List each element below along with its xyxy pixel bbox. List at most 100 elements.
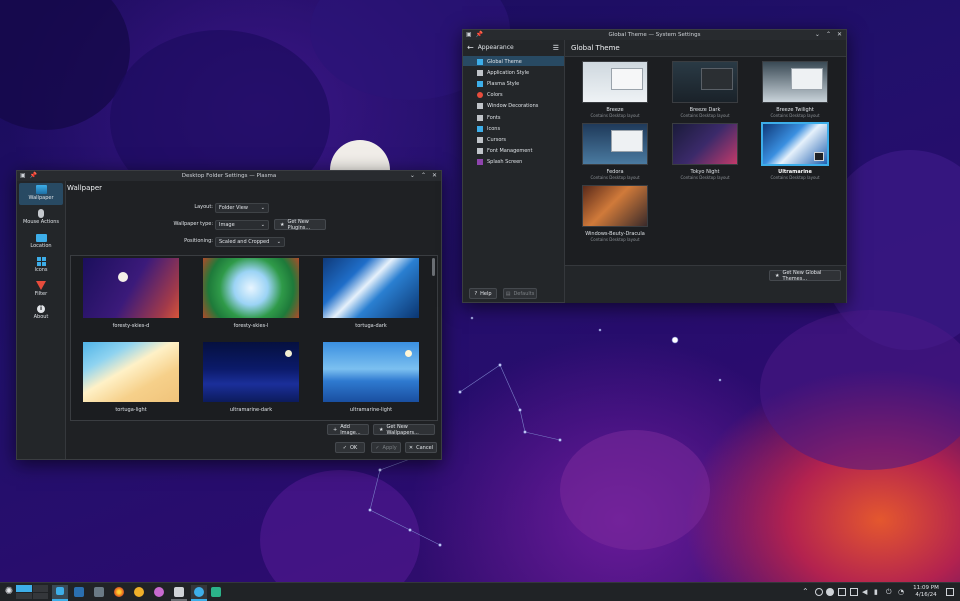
moon xyxy=(285,350,292,357)
sidebar-item-about[interactable]: i About xyxy=(17,303,65,325)
check-icon: ✓ xyxy=(375,444,380,451)
back-button[interactable]: ← Appearance xyxy=(467,43,514,52)
nav-label: Colors xyxy=(487,92,503,99)
wallpaper-item[interactable]: ultramarine-dark xyxy=(201,342,301,418)
chevron-up-icon[interactable]: ⌃ xyxy=(802,588,810,596)
sidebar-item-filter[interactable]: Filter xyxy=(17,279,65,301)
theme-item-breeze-twilight[interactable]: Breeze Twilight Contains Desktop layout xyxy=(761,61,829,119)
positioning-combo[interactable]: Scaled and Cropped ⌄ xyxy=(215,237,285,247)
wallpaper-item[interactable]: tortuga-light xyxy=(81,342,181,418)
window-titlebar[interactable]: ▣ 📌 Global Theme — System Settings ⌄ ⌃ ✕ xyxy=(463,30,846,40)
button-label: Get New Plugins... xyxy=(287,218,311,231)
app-icon[interactable] xyxy=(154,587,164,597)
nav-item-colors[interactable]: Colors xyxy=(463,90,564,101)
discover-app-icon[interactable] xyxy=(74,587,84,597)
network-icon[interactable] xyxy=(815,588,823,596)
wallpaper-item[interactable]: tortuga-dark xyxy=(321,258,421,334)
chevron-up-icon[interactable]: ⌃ xyxy=(826,31,831,38)
nav-item-global-theme[interactable]: Global Theme xyxy=(463,56,564,67)
star-icon: ★ xyxy=(775,272,780,279)
wallpaper-item[interactable]: foresty-skies-l xyxy=(201,258,301,334)
sidebar-item-mouse-actions[interactable]: Mouse Actions xyxy=(17,207,65,229)
theme-preview xyxy=(582,123,648,165)
theme-item-tokyo-night[interactable]: Tokyo Night Contains Desktop layout xyxy=(671,123,739,181)
sidebar-item-icons[interactable]: Icons xyxy=(17,255,65,277)
theme-item-ultramarine[interactable]: Ultramarine Contains Desktop layout xyxy=(761,123,829,181)
firefox-icon[interactable] xyxy=(114,587,124,597)
sidebar-item-location[interactable]: Location xyxy=(17,231,65,253)
scrollbar-handle[interactable] xyxy=(432,258,435,276)
layout-label: Layout: xyxy=(194,204,213,210)
wallpaper-item[interactable]: ultramarine-light xyxy=(321,342,421,418)
nav-item-cursors[interactable]: Cursors xyxy=(463,134,564,145)
clipboard-icon[interactable] xyxy=(838,588,846,596)
get-new-plugins-button[interactable]: ★ Get New Plugins... xyxy=(274,218,326,231)
pager-desktop[interactable] xyxy=(16,592,32,599)
nav-item-fonts[interactable]: Fonts xyxy=(463,112,564,123)
show-desktop-icon[interactable] xyxy=(946,588,954,596)
close-icon[interactable]: ✕ xyxy=(837,31,842,38)
nav-item-icons[interactable]: Icons xyxy=(463,123,564,134)
get-new-wallpapers-button[interactable]: ★ Get New Wallpapers... xyxy=(373,424,435,436)
display-icon[interactable] xyxy=(826,588,834,596)
pin-icon[interactable]: 📌 xyxy=(476,31,483,38)
add-image-button[interactable]: + Add Image... xyxy=(327,424,369,436)
nav-item-window-decorations[interactable]: Window Decorations xyxy=(463,101,564,112)
theme-subtitle: Contains Desktop layout xyxy=(590,113,640,118)
theme-item-breeze[interactable]: Breeze Contains Desktop layout xyxy=(581,61,649,119)
wallpaper-type-combo[interactable]: Image ⌄ xyxy=(215,220,269,230)
help-button[interactable]: ? Help xyxy=(469,288,497,299)
get-new-global-themes-button[interactable]: ★ Get New Global Themes... xyxy=(769,270,841,282)
chevron-up-icon[interactable]: ⌃ xyxy=(421,172,426,179)
layout-combo[interactable]: Folder View ⌄ xyxy=(215,203,269,213)
battery-icon[interactable] xyxy=(850,588,858,596)
pin-icon[interactable]: 📌 xyxy=(30,172,37,179)
nav-label: Font Management xyxy=(487,148,533,155)
chevron-down-icon[interactable]: ⌄ xyxy=(410,172,415,179)
nav-item-plasma-style[interactable]: Plasma Style xyxy=(463,78,564,89)
volume-icon[interactable]: ◀ xyxy=(862,588,870,596)
window-titlebar[interactable]: ▣ 📌 Desktop Folder Settings — Plasma ⌄ ⌃ … xyxy=(17,171,441,181)
sidebar-item-wallpaper[interactable]: Wallpaper xyxy=(17,183,65,205)
button-label: Help xyxy=(480,290,492,297)
wallpaper-thumbnail xyxy=(323,258,419,318)
close-icon[interactable]: ✕ xyxy=(432,172,437,179)
sidebar-item-label: Mouse Actions xyxy=(22,219,60,225)
app-icon[interactable] xyxy=(211,587,221,597)
app-icon[interactable] xyxy=(134,587,144,597)
button-label: OK xyxy=(349,444,358,451)
virtual-desktop-pager[interactable] xyxy=(16,585,48,599)
defaults-button[interactable]: ▤ Defaults xyxy=(503,288,537,299)
chevron-down-icon[interactable]: ⌄ xyxy=(815,31,820,38)
microphone-icon[interactable]: ▮ xyxy=(874,588,882,596)
pager-desktop[interactable] xyxy=(32,592,48,599)
nav-item-splash-screen[interactable]: Splash Screen xyxy=(463,157,564,168)
theme-subtitle: Contains Desktop layout xyxy=(770,175,820,180)
pager-desktop[interactable] xyxy=(16,585,32,592)
ok-button[interactable]: ✓ OK xyxy=(335,442,365,453)
wallpaper-name: foresty-skies-l xyxy=(233,323,269,329)
hamburger-menu-icon[interactable]: ☰ xyxy=(553,44,559,52)
power-icon[interactable]: ⏻ xyxy=(886,588,894,596)
theme-item-breeze-dark[interactable]: Breeze Dark Contains Desktop layout xyxy=(671,61,739,119)
wallpaper-name: tortuga-dark xyxy=(355,323,387,329)
application-launcher-icon[interactable]: ✺ xyxy=(3,586,15,598)
wallpaper-item[interactable]: foresty-skies-d xyxy=(81,258,181,334)
cancel-button[interactable]: ✕ Cancel xyxy=(405,442,437,453)
clock[interactable]: 11:09 PM 4/16/24 xyxy=(910,585,942,599)
wallpaper-thumbnail xyxy=(323,342,419,402)
nav-label: Window Decorations xyxy=(487,103,539,110)
back-label: Appearance xyxy=(477,44,514,51)
nav-item-application-style[interactable]: Application Style xyxy=(463,67,564,78)
theme-item-fedora[interactable]: Fedora Contains Desktop layout xyxy=(581,123,649,181)
mouse-icon xyxy=(38,209,44,218)
pager-desktop[interactable] xyxy=(32,585,48,592)
apply-button[interactable]: ✓ Apply xyxy=(371,442,401,453)
preview-icon xyxy=(814,152,824,161)
desktop-folder-settings-window: ▣ 📌 Desktop Folder Settings — Plasma ⌄ ⌃ … xyxy=(16,170,442,460)
theme-item-windows-beuty-dracula[interactable]: Windows-Beuty-Dracula Contains Desktop l… xyxy=(581,185,649,243)
files-app-icon[interactable] xyxy=(94,587,104,597)
wifi-icon[interactable]: ◔ xyxy=(898,588,906,596)
theme-preview xyxy=(762,123,828,165)
nav-item-font-management[interactable]: Font Management xyxy=(463,146,564,157)
